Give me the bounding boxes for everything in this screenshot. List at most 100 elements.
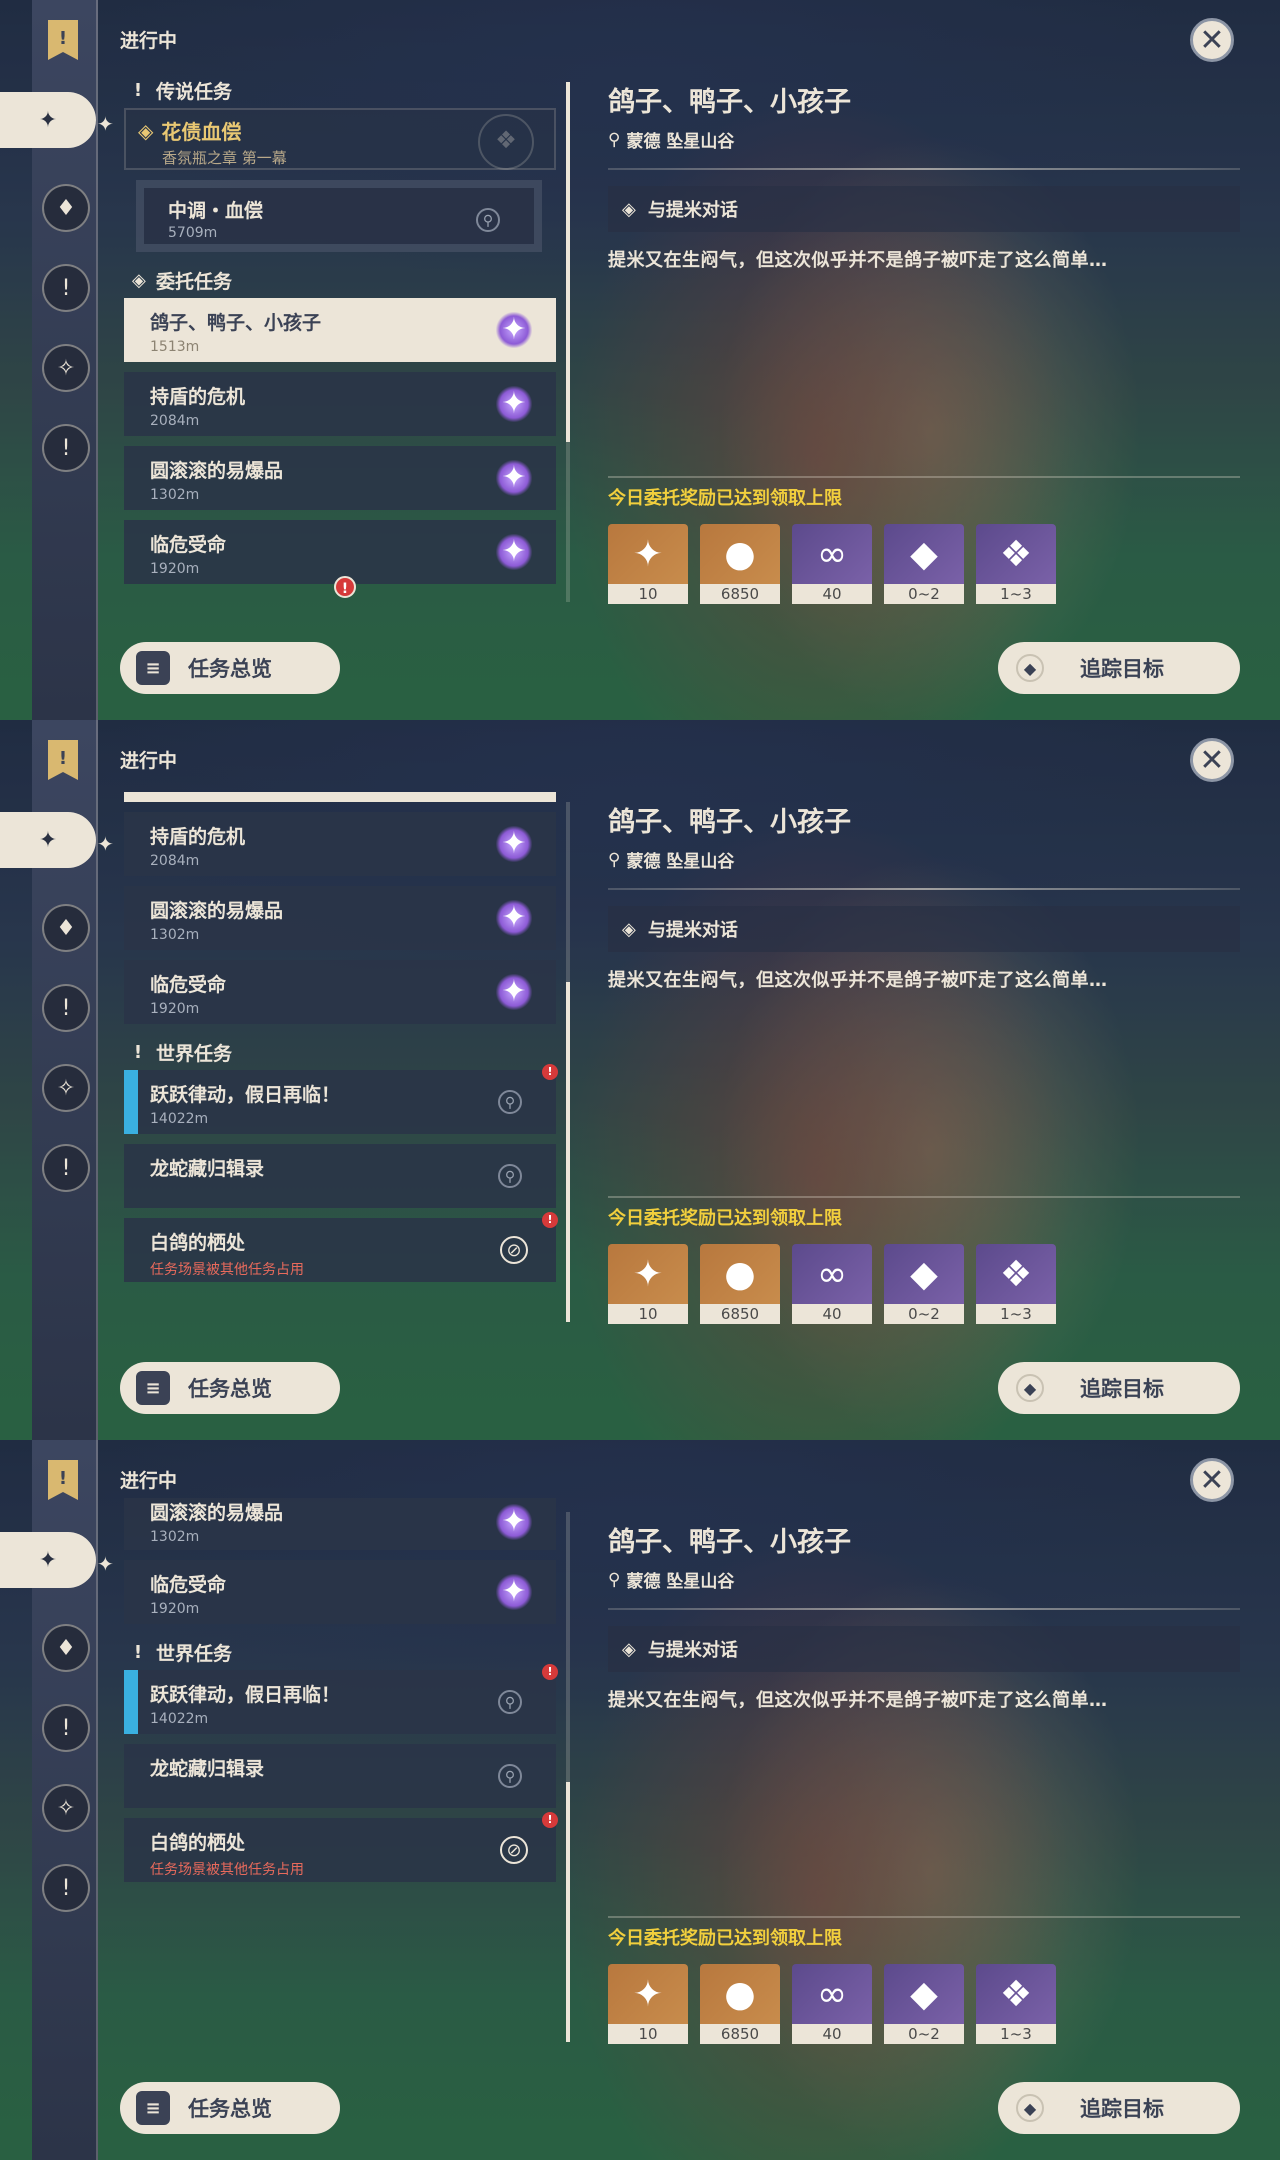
quest-list-scrollbar[interactable] (566, 82, 570, 602)
book-icon: ≡ (136, 1371, 170, 1405)
reward-crystal-fragment[interactable]: ◆ 0~2 (884, 524, 964, 604)
reward-crystal-fragment[interactable]: ◆ 0~2 (884, 1244, 964, 1324)
quest-list: 持盾的危机 2084m ✦ 圆滚滚的易爆品 1302m ✦ 临危受命 1920m… (120, 792, 560, 1292)
reward-mora[interactable]: ● 6850 (700, 1244, 780, 1324)
reward-mora[interactable]: ● 6850 (700, 524, 780, 604)
quest-panel-2: ! ✦ ✦ ♦ ! ✧ ! 进行中 ✕ 持盾的危机 2084m ✦ 圆滚滚的易爆… (0, 720, 1280, 1440)
commission-item-danger[interactable]: 临危受命 1920m ✦ (124, 1560, 556, 1624)
track-target-button[interactable]: ◆ 追踪目标 (998, 1362, 1240, 1414)
reward-list: ✦ 10 ● 6850 ∞ 40 ◆ 0~2 ❖ 1~3 (608, 524, 1056, 604)
commission-item-shield[interactable]: 持盾的危机 2084m ✦ (124, 372, 556, 436)
quest-overview-button[interactable]: ≡ 任务总览 (120, 2082, 340, 2134)
commission-star-icon: ✦ (496, 460, 532, 496)
reward-friendship-exp[interactable]: ∞ 40 (792, 1964, 872, 2044)
quest-list-scrollbar[interactable] (566, 1512, 570, 2042)
commission-star-icon: ✦ (496, 900, 532, 936)
track-target-button[interactable]: ◆ 追踪目标 (998, 642, 1240, 694)
map-pin-icon[interactable]: ⚲ (498, 1164, 522, 1188)
legend-quest-card[interactable]: ◈ 花债血偿 香氛瓶之章 第一幕 ❖ (124, 108, 556, 170)
world-tab-icon[interactable]: ! (42, 984, 90, 1032)
commission-item-explosive[interactable]: 圆滚滚的易爆品 1302m ✦ (124, 886, 556, 950)
reward-crystal-cluster[interactable]: ❖ 1~3 (976, 524, 1056, 604)
commission-item-danger[interactable]: 临危受命 1920m ✦ ! (124, 520, 556, 598)
event-tab-icon[interactable]: ✧ (42, 1784, 90, 1832)
legend-emblem-icon: ❖ (478, 114, 534, 170)
event-tab-icon[interactable]: ✧ (42, 344, 90, 392)
commission-item-explosive[interactable]: 圆滚滚的易爆品 1302m ✦ (124, 1498, 556, 1550)
crystal-icon: ◆ (884, 1244, 964, 1304)
reward-limit-notice: 今日委托奖励已达到领取上限 (608, 1208, 842, 1229)
commission-item-shield[interactable]: 持盾的危机 2084m ✦ (124, 812, 556, 876)
friendship-icon: ∞ (792, 524, 872, 584)
world-quest-holiday[interactable]: 跃跃律动，假日再临！ 14022m ⚲ ! (124, 1064, 558, 1134)
commission-star-icon: ✦ (496, 1574, 532, 1610)
reward-mora[interactable]: ● 6850 (700, 1964, 780, 2044)
close-button[interactable]: ✕ (1190, 18, 1234, 62)
world-tab-icon[interactable]: ! (42, 264, 90, 312)
world-quest-dove[interactable]: 白鸽的栖处 任务场景被其他任务占用 ⊘ ! (124, 1812, 558, 1882)
commission-star-icon: ✦ (496, 534, 532, 570)
reward-friendship-exp[interactable]: ∞ 40 (792, 1244, 872, 1324)
alert-icon: ! (542, 1212, 558, 1228)
commission-item-pigeons[interactable]: 鸽子、鸭子、小孩子 1513m ✦ (124, 298, 556, 362)
detail-description: 提米又在生闷气，但这次似乎并不是鸽子被吓走了这么简单… (608, 970, 1108, 991)
commission-item-danger[interactable]: 临危受命 1920m ✦ (124, 960, 556, 1024)
legend-tab-icon[interactable]: ♦ (42, 184, 90, 232)
close-button[interactable]: ✕ (1190, 1458, 1234, 1502)
commission-star-icon: ✦ (496, 312, 532, 348)
page-title: 进行中 (120, 30, 178, 52)
map-pin-icon[interactable]: ⚲ (476, 208, 500, 232)
exclaim-icon: ! (133, 1041, 143, 1063)
quest-overview-button[interactable]: ≡ 任务总览 (120, 642, 340, 694)
track-target-button[interactable]: ◆ 追踪目标 (998, 2082, 1240, 2134)
map-pin-icon[interactable]: ⚲ (498, 1090, 522, 1114)
quest-bookmark-icon: ! (48, 1460, 78, 1500)
reward-crystal-cluster[interactable]: ❖ 1~3 (976, 1964, 1056, 2044)
legend-tab-icon[interactable]: ♦ (42, 904, 90, 952)
story-tab-icon[interactable]: ! (42, 424, 90, 472)
map-pin-icon[interactable]: ⚲ (498, 1690, 522, 1714)
commission-tab-icon[interactable]: ✦ (0, 92, 96, 148)
story-tab-icon[interactable]: ! (42, 1144, 90, 1192)
quest-overview-button[interactable]: ≡ 任务总览 (120, 1362, 340, 1414)
world-quest-dragon[interactable]: 龙蛇藏归辑录 ⚲ (124, 1744, 556, 1808)
reward-adventure-exp[interactable]: ✦ 10 (608, 524, 688, 604)
reward-adventure-exp[interactable]: ✦ 10 (608, 1244, 688, 1324)
commission-tab-icon[interactable]: ✦ (0, 812, 96, 868)
adventure-exp-icon: ✦ (608, 524, 688, 584)
location-pin-icon: ⚲ (608, 849, 621, 870)
divider (608, 1608, 1240, 1610)
alert-icon: ! (542, 1064, 558, 1080)
objective-diamond-icon: ◈ (622, 918, 636, 940)
active-marker-icon: ✦ (97, 1552, 114, 1576)
story-tab-icon[interactable]: ! (42, 1864, 90, 1912)
mora-icon: ● (700, 1964, 780, 2024)
reward-adventure-exp[interactable]: ✦ 10 (608, 1964, 688, 2044)
world-quest-dragon[interactable]: 龙蛇藏归辑录 ⚲ (124, 1144, 556, 1208)
svg-text:!: ! (59, 28, 67, 49)
crystal-cluster-icon: ❖ (976, 524, 1056, 584)
commission-item-explosive[interactable]: 圆滚滚的易爆品 1302m ✦ (124, 446, 556, 510)
quest-list-scrollbar[interactable] (566, 802, 570, 1322)
close-icon: ✕ (1199, 22, 1225, 58)
world-tab-icon[interactable]: ! (42, 1704, 90, 1752)
quest-list: 圆滚滚的易爆品 1302m ✦ 临危受命 1920m ✦ ! 世界任务 跃跃律动，… (120, 1498, 560, 1892)
reward-crystal-fragment[interactable]: ◆ 0~2 (884, 1964, 964, 2044)
map-pin-icon[interactable]: ⚲ (498, 1764, 522, 1788)
reward-crystal-cluster[interactable]: ❖ 1~3 (976, 1244, 1056, 1324)
commission-tab-icon[interactable]: ✦ (0, 1532, 96, 1588)
close-button[interactable]: ✕ (1190, 738, 1234, 782)
world-quest-dove[interactable]: 白鸽的栖处 任务场景被其他任务占用 ⊘ ! (124, 1212, 558, 1282)
reward-friendship-exp[interactable]: ∞ 40 (792, 524, 872, 604)
mora-icon: ● (700, 1244, 780, 1304)
event-tab-icon[interactable]: ✧ (42, 1064, 90, 1112)
adventure-exp-icon: ✦ (608, 1964, 688, 2024)
legend-tab-icon[interactable]: ♦ (42, 1624, 90, 1672)
svg-text:!: ! (59, 1468, 67, 1489)
detail-location: ⚲ 蒙德 坠星山谷 (608, 849, 735, 873)
legend-subquest-card[interactable]: 中调・血偿 5709m ⚲ (136, 180, 542, 252)
quest-panel-3: ! ✦ ✦ ♦ ! ✧ ! 进行中 ✕ 圆滚滚的易爆品 1302m ✦ 临危受命… (0, 1440, 1280, 2160)
detail-objective: ◈ 与提米对话 (608, 186, 1240, 232)
world-quest-holiday[interactable]: 跃跃律动，假日再临！ 14022m ⚲ ! (124, 1664, 558, 1734)
crystal-cluster-icon: ❖ (976, 1964, 1056, 2024)
